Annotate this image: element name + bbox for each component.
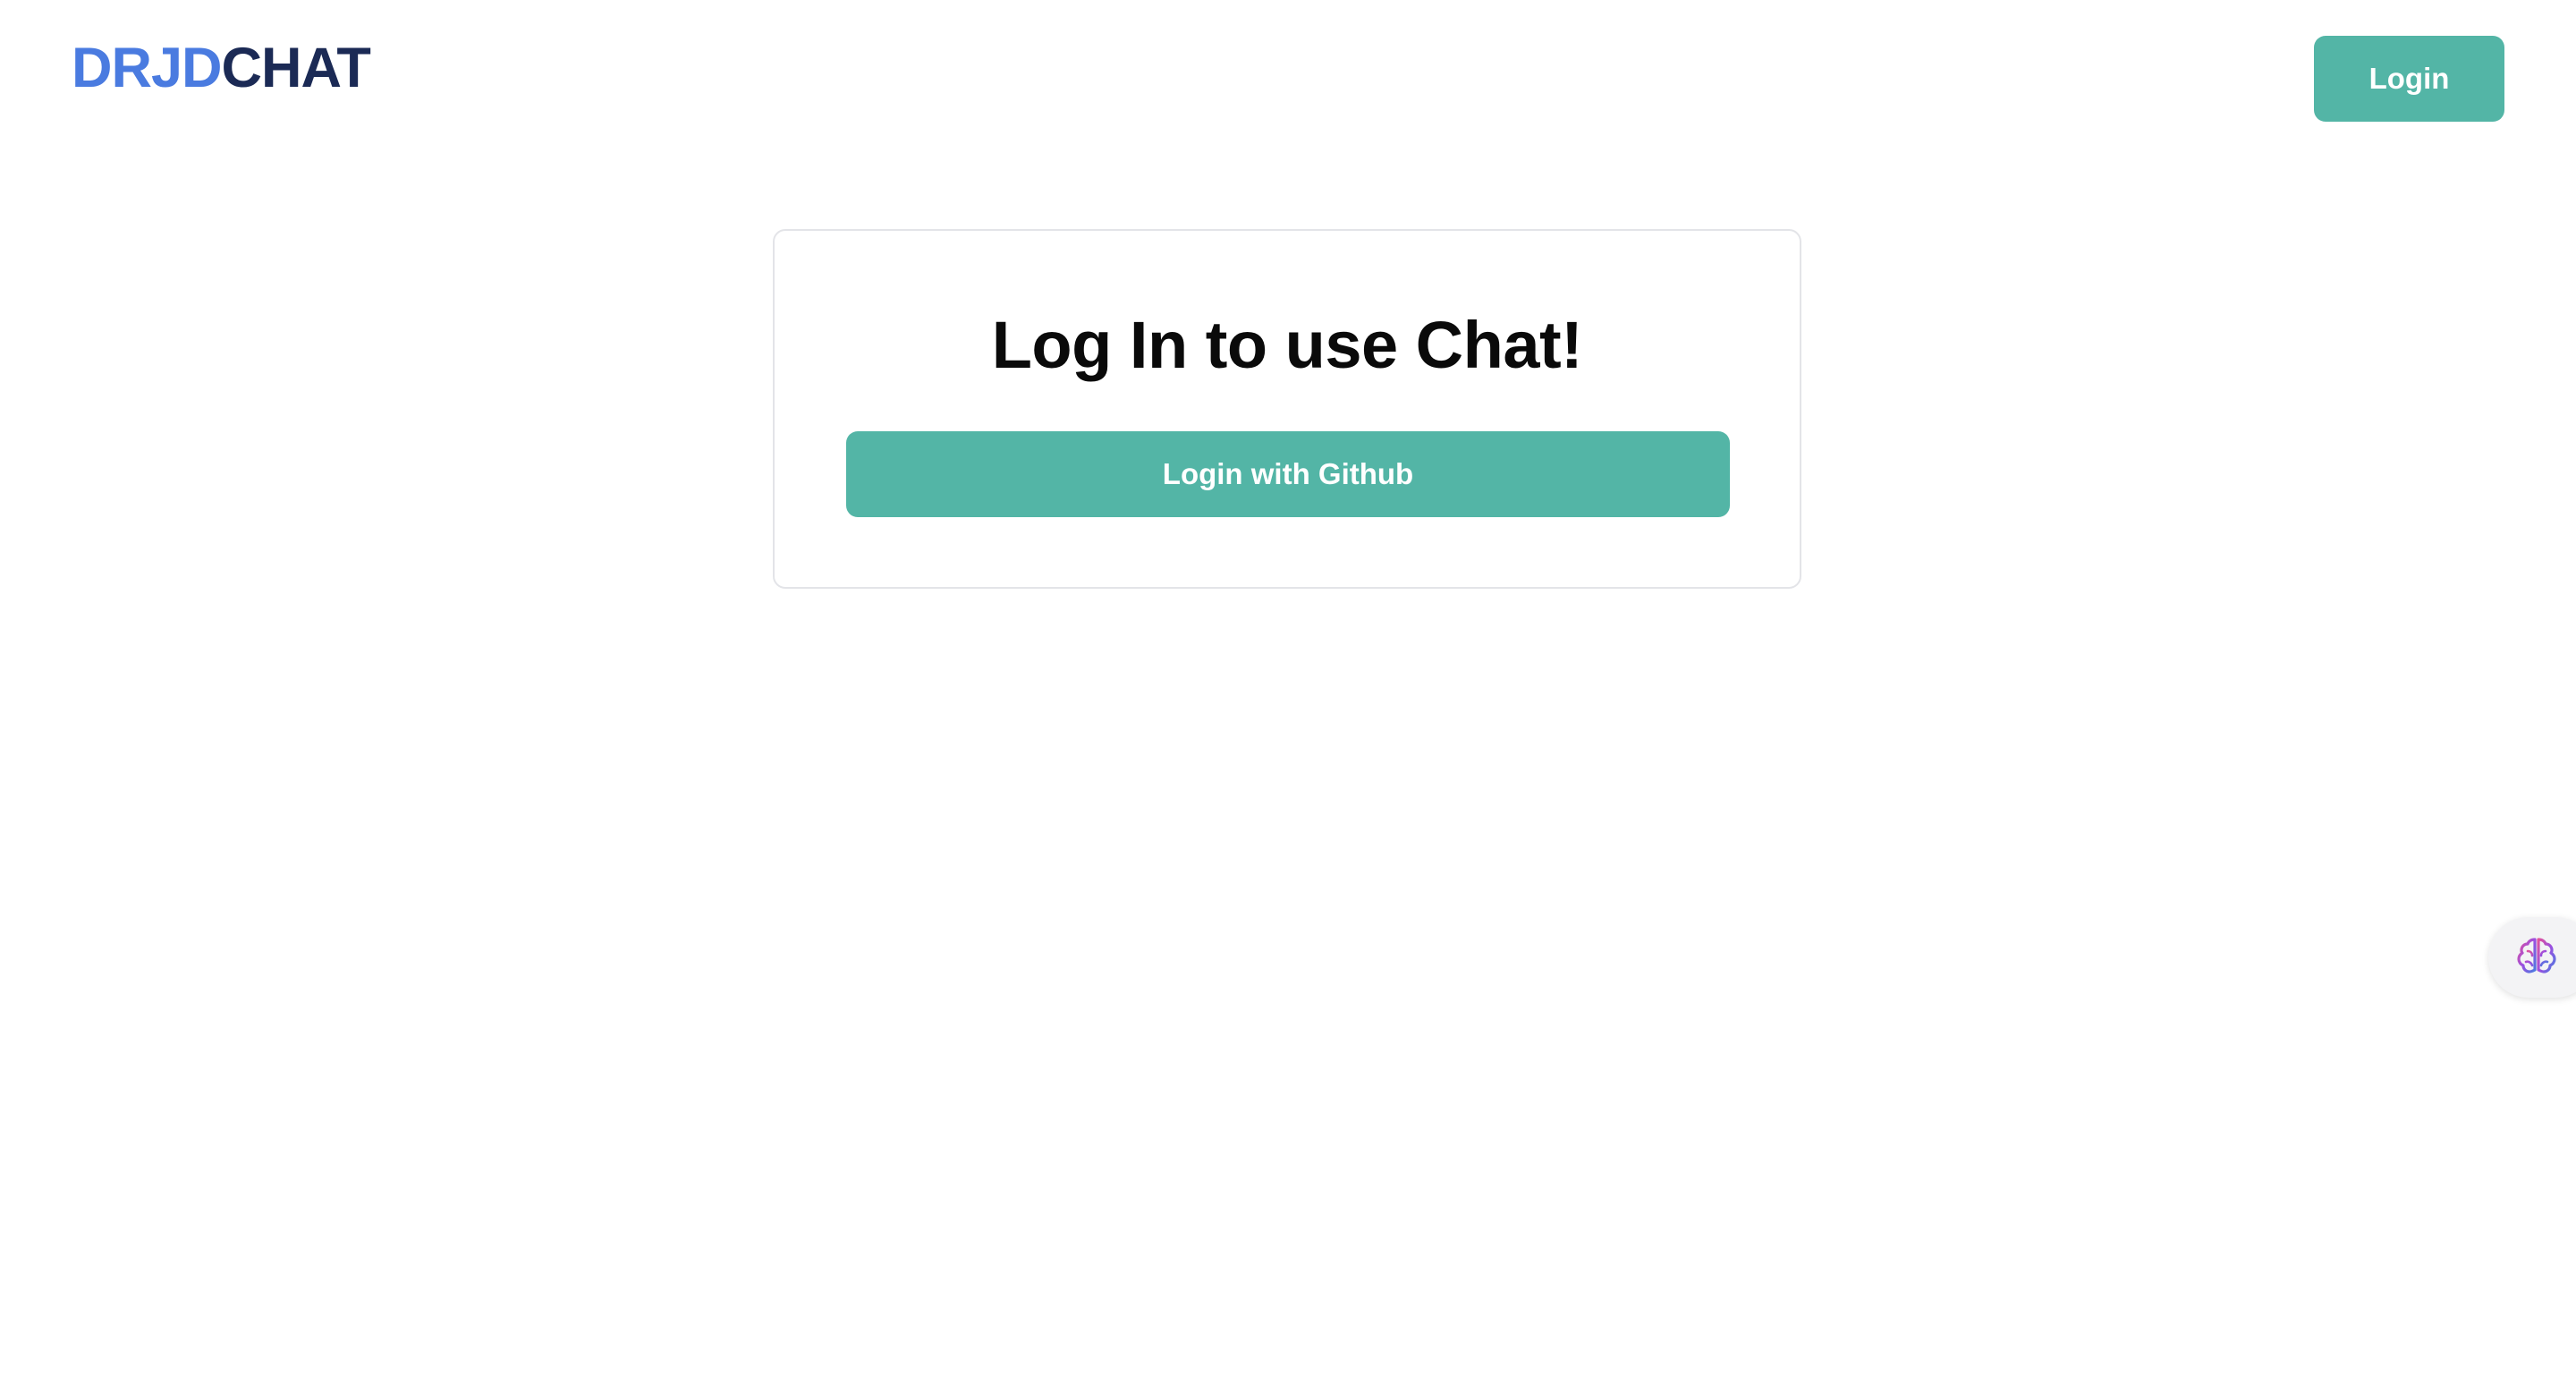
logo-part-a: DRJD	[72, 37, 223, 99]
logo-part-b: CHAT	[221, 37, 371, 99]
card-title: Log In to use Chat!	[991, 308, 1583, 382]
login-button[interactable]: Login	[2314, 36, 2504, 122]
page: DRJDCHAT Login Log In to use Chat! Login…	[0, 0, 2576, 1394]
login-card: Log In to use Chat! Login with Github	[773, 229, 1801, 589]
brain-icon	[2517, 938, 2556, 973]
login-with-github-button[interactable]: Login with Github	[846, 431, 1730, 517]
logo[interactable]: DRJDCHAT	[72, 32, 371, 104]
assistant-widget-button[interactable]	[2488, 917, 2576, 998]
